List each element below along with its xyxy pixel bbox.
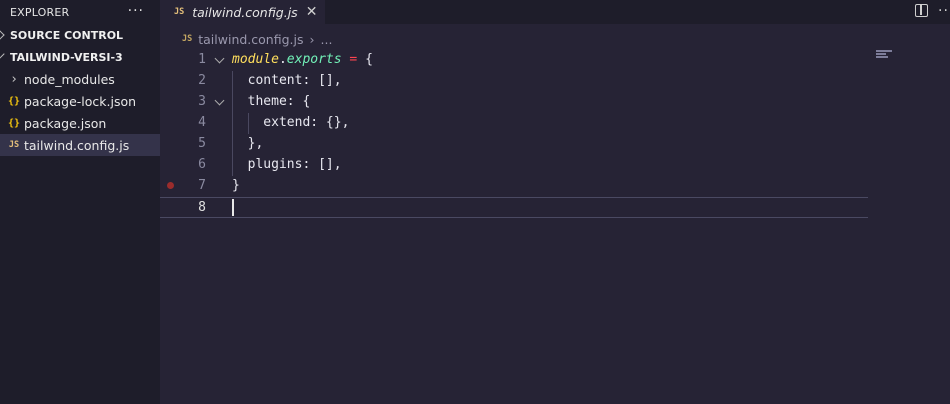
tree-item-label: package.json — [24, 115, 107, 131]
line-number: 1 — [198, 52, 206, 67]
split-editor-icon[interactable] — [915, 4, 928, 17]
breadcrumb-symbol[interactable]: ... — [321, 32, 333, 47]
project-label: TAILWIND-VERSI-3 — [10, 50, 123, 64]
chevron-right-icon — [0, 29, 5, 41]
tab-bar: JS tailwind.config.js ✕ ··· — [160, 0, 950, 24]
fold-chevron-icon[interactable] — [214, 53, 225, 64]
json-file-icon: {} — [7, 95, 21, 107]
js-file-icon: JS — [182, 34, 193, 44]
code-line[interactable]: 6 plugins: [], — [160, 155, 868, 176]
code-line[interactable]: 7 } — [160, 176, 868, 197]
breadcrumb-separator: › — [309, 31, 315, 47]
code-text: extend: {}, — [232, 115, 350, 130]
code-line[interactable]: 4 extend: {}, — [160, 113, 868, 134]
explorer-header: EXPLORER ··· — [0, 0, 160, 24]
breakpoint-dot-icon[interactable] — [167, 182, 174, 189]
js-file-icon: JS — [174, 7, 185, 17]
code-token: exports — [286, 52, 342, 67]
code-text: content: [], — [232, 73, 342, 88]
code-token: module — [232, 52, 279, 67]
minimap-line — [876, 56, 888, 58]
source-control-section[interactable]: SOURCE CONTROL — [0, 24, 160, 46]
code-text: plugins: [], — [232, 157, 342, 172]
code-text: theme: { — [232, 94, 311, 109]
minimap[interactable] — [876, 50, 894, 62]
source-control-label: SOURCE CONTROL — [10, 28, 124, 42]
close-icon[interactable]: ✕ — [306, 4, 318, 20]
fold-chevron-icon[interactable] — [214, 95, 225, 106]
js-file-icon: JS — [8, 140, 20, 150]
folder-chevron-icon: › — [10, 71, 18, 87]
tree-item-label: package-lock.json — [24, 93, 137, 109]
line-number: 4 — [198, 115, 206, 130]
current-line[interactable]: 8 — [160, 197, 868, 218]
tree-item-package-json[interactable]: {} package.json — [0, 112, 160, 134]
text-cursor — [232, 199, 234, 216]
code-line[interactable]: 2 content: [], — [160, 71, 868, 92]
explorer-title: EXPLORER — [10, 5, 70, 19]
minimap-line — [876, 53, 886, 55]
json-file-icon: {} — [7, 117, 21, 129]
more-actions-icon[interactable]: ··· — [938, 3, 950, 19]
code-editor[interactable]: 1 module.exports = { 2 content: [], 3 th… — [160, 50, 950, 404]
minimap-line — [876, 50, 892, 52]
tree-item-label: node_modules — [24, 71, 115, 87]
code-text: }, — [232, 136, 264, 151]
project-section[interactable]: TAILWIND-VERSI-3 — [0, 46, 160, 68]
line-number: 6 — [198, 157, 206, 172]
more-actions-icon[interactable]: ··· — [128, 3, 144, 19]
line-number: 7 — [198, 178, 206, 193]
code-line[interactable]: 5 }, — [160, 134, 868, 155]
code-text: } — [232, 178, 240, 193]
line-number: 2 — [198, 73, 206, 88]
breadcrumb-file[interactable]: tailwind.config.js — [198, 32, 303, 47]
tree-item-package-lock[interactable]: {} package-lock.json — [0, 90, 160, 112]
tree-item-tailwind-config[interactable]: JS tailwind.config.js — [0, 134, 160, 156]
code-line[interactable]: 3 theme: { — [160, 92, 868, 113]
line-number: 8 — [198, 200, 206, 215]
tab-label: tailwind.config.js — [192, 4, 298, 20]
line-number: 3 — [198, 94, 206, 109]
tree-item-label: tailwind.config.js — [24, 137, 130, 153]
code-token: . — [278, 52, 287, 67]
tree-item-node-modules[interactable]: › node_modules — [0, 68, 160, 90]
line-number: 5 — [198, 136, 206, 151]
tab-tailwind-config[interactable]: JS tailwind.config.js ✕ — [160, 0, 325, 24]
code-token: { — [365, 52, 373, 67]
code-line[interactable]: 1 module.exports = { — [160, 50, 868, 71]
code-token: = — [341, 52, 366, 67]
explorer-sidebar: EXPLORER ··· SOURCE CONTROL TAILWIND-VER… — [0, 0, 160, 404]
breadcrumb: JS tailwind.config.js › ... — [182, 31, 332, 47]
chevron-down-icon — [0, 48, 5, 60]
